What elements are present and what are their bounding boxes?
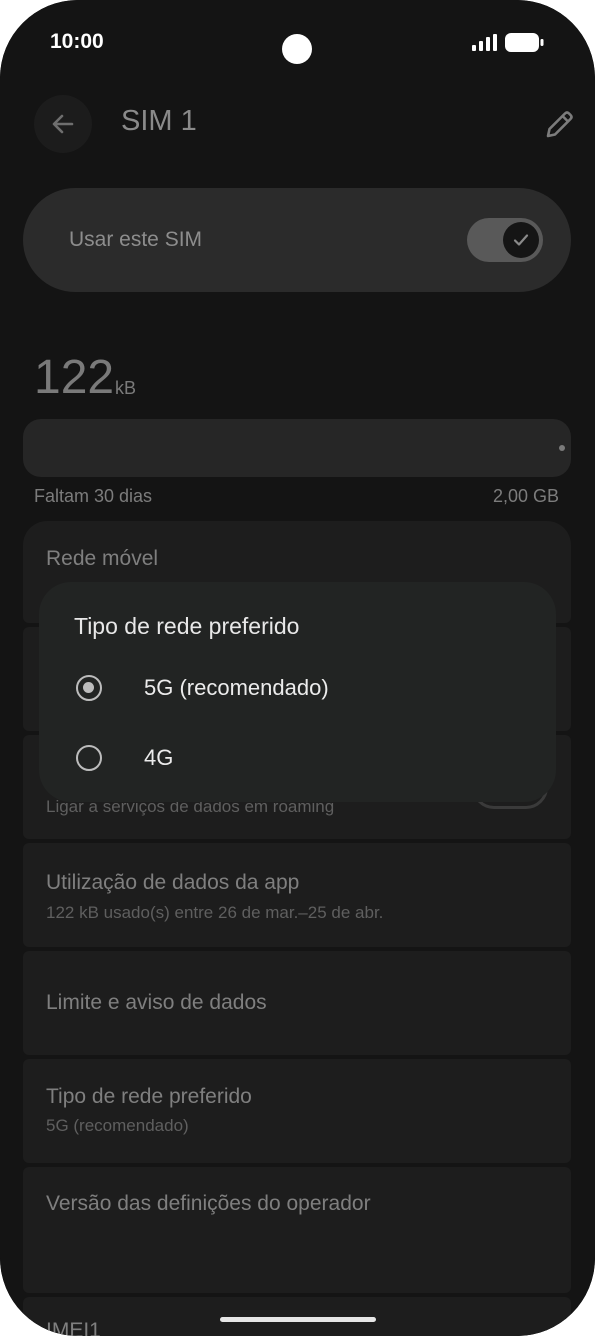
home-indicator[interactable] (220, 1317, 376, 1322)
settings-item-app-data-usage[interactable]: Utilização de dados da app 122 kB usado(… (23, 843, 571, 947)
item-title: Rede móvel (46, 547, 159, 570)
option-label: 5G (recomendado) (144, 675, 329, 700)
item-title: Limite e aviso de dados (46, 991, 267, 1014)
preferred-network-dialog: Tipo de rede preferido 5G (recomendado) … (39, 582, 556, 802)
option-label: 4G (144, 745, 174, 770)
camera-cutout (282, 34, 312, 64)
phone-frame: 10:00 SIM 1 Usar este SIM 122 kB Faltam … (0, 0, 595, 1336)
radio-dot (83, 682, 94, 693)
use-sim-toggle[interactable] (467, 218, 543, 262)
check-icon (513, 234, 529, 246)
settings-item-preferred-network[interactable]: Tipo de rede preferido 5G (recomendado) (23, 1059, 571, 1163)
item-title: Utilização de dados da app (46, 871, 300, 894)
dialog-title: Tipo de rede preferido (74, 613, 300, 639)
pencil-icon[interactable] (542, 108, 576, 142)
use-sim-label: Usar este SIM (69, 228, 203, 251)
usage-value: 122 (34, 351, 115, 404)
use-sim-row[interactable]: Usar este SIM (23, 188, 571, 292)
toggle-knob (503, 222, 539, 258)
signal-icon (472, 34, 497, 51)
data-limit-text: 2,00 GB (492, 486, 559, 506)
radio-selected-icon[interactable] (76, 675, 102, 701)
usage-progress-bar (23, 419, 571, 477)
battery-icon (505, 33, 544, 52)
radio-unselected-icon[interactable] (76, 745, 102, 771)
option-4g[interactable]: 4G (39, 730, 556, 790)
usage-unit: kB (115, 378, 137, 398)
item-subtitle: 5G (recomendado) (46, 1116, 189, 1135)
item-title: Tipo de rede preferido (46, 1085, 252, 1108)
settings-item-data-limit[interactable]: Limite e aviso de dados (23, 951, 571, 1055)
usage-progress-fill (559, 445, 565, 451)
settings-item-carrier-version[interactable]: Versão das definições do operador (23, 1167, 571, 1293)
item-title: IMEI1 (46, 1319, 101, 1336)
status-time: 10:00 (50, 30, 104, 53)
arrow-back-icon (52, 114, 74, 134)
item-title: Versão das definições do operador (46, 1192, 371, 1215)
back-button[interactable] (34, 95, 92, 153)
option-5g[interactable]: 5G (recomendado) (39, 660, 556, 720)
page-title: SIM 1 (121, 105, 197, 137)
item-subtitle: 122 kB usado(s) entre 26 de mar.–25 de a… (46, 903, 384, 922)
days-left-text: Faltam 30 dias (34, 486, 153, 506)
screen: 10:00 SIM 1 Usar este SIM 122 kB Faltam … (0, 0, 595, 1336)
